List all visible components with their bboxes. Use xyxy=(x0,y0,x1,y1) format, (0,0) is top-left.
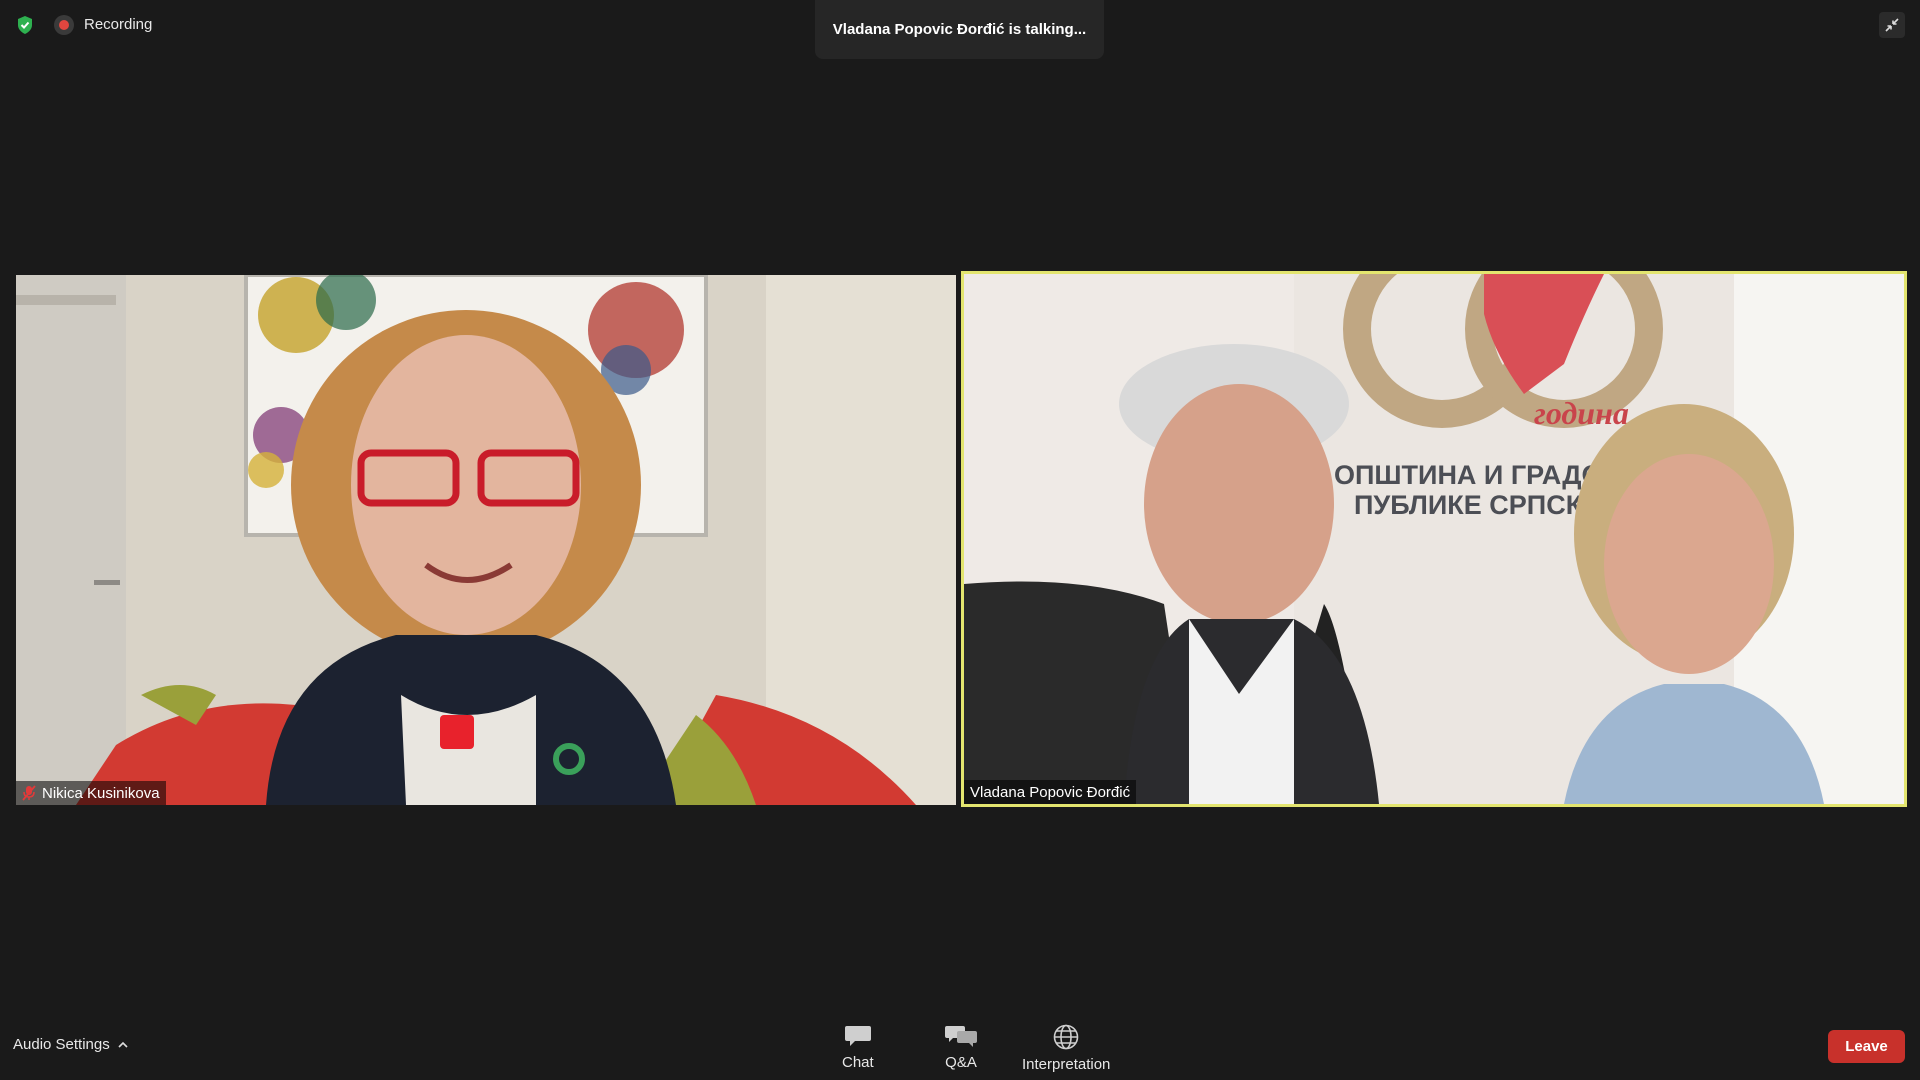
participant-video xyxy=(16,275,956,805)
active-speaker-banner: Vladana Popovic Đorđić is talking... xyxy=(815,0,1104,59)
recording-label: Recording xyxy=(84,16,153,33)
top-bar: Recording Vladana Popovic Đorđić is talk… xyxy=(0,0,1920,59)
participant-name-tag: Vladana Popovic Đorđić xyxy=(964,780,1137,804)
globe-icon xyxy=(1053,1024,1079,1050)
video-tile-participant-1[interactable]: Nikica Kusinikova xyxy=(16,275,956,805)
security-shield-icon[interactable] xyxy=(15,15,35,35)
microphone-muted-icon xyxy=(22,785,36,801)
qa-label: Q&A xyxy=(945,1054,977,1071)
interpretation-label: Interpretation xyxy=(1022,1056,1111,1073)
banner-text-line-2: ПУБЛИКЕ СРПСКЕ xyxy=(1354,490,1600,520)
qa-icon xyxy=(945,1026,977,1047)
chevron-up-icon[interactable] xyxy=(118,1041,128,1049)
collapse-icon xyxy=(1885,18,1899,32)
recording-icon[interactable] xyxy=(54,15,74,35)
interpretation-button[interactable]: Interpretation xyxy=(1022,1024,1110,1073)
leave-button[interactable]: Leave xyxy=(1828,1030,1905,1063)
chat-button[interactable]: Chat xyxy=(842,1024,874,1071)
audio-settings-button[interactable]: Audio Settings xyxy=(13,1036,128,1053)
banner-logo-text: година xyxy=(1534,395,1629,431)
participant-video: година ОПШТИНА И ГРАДОВА ПУБЛИКЕ СРПСКЕ xyxy=(964,274,1904,804)
participant-name: Vladana Popovic Đorđić xyxy=(970,783,1131,801)
video-tile-participant-2[interactable]: година ОПШТИНА И ГРАДОВА ПУБЛИКЕ СРПСКЕ … xyxy=(961,271,1907,807)
qa-button[interactable]: Q&A xyxy=(945,1024,977,1071)
audio-settings-label: Audio Settings xyxy=(13,1036,110,1053)
chat-label: Chat xyxy=(842,1054,874,1071)
participant-name: Nikica Kusinikova xyxy=(42,784,160,802)
exit-fullscreen-button[interactable] xyxy=(1879,12,1905,38)
participant-name-tag: Nikica Kusinikova xyxy=(16,781,166,805)
chat-icon xyxy=(844,1026,871,1046)
